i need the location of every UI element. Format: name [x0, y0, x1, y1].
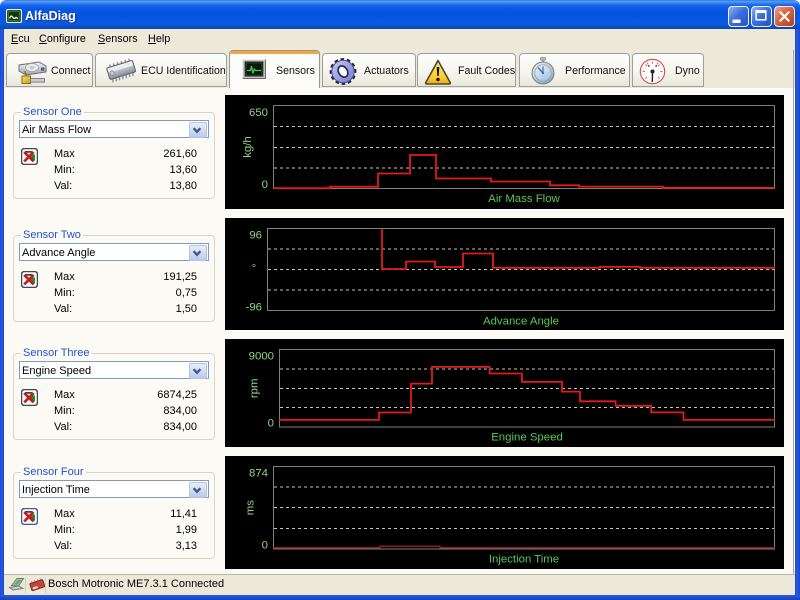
svg-text:0: 0 [262, 179, 268, 191]
svg-text:Injection Time: Injection Time [489, 553, 559, 565]
svg-text:-96: -96 [246, 302, 262, 314]
svg-text:°: ° [252, 263, 256, 275]
svg-text:0: 0 [262, 540, 268, 552]
svg-text:874: 874 [249, 468, 268, 480]
svg-text:9000: 9000 [249, 351, 274, 363]
svg-text:Air Mass Flow: Air Mass Flow [488, 193, 560, 205]
svg-text:ms: ms [245, 500, 257, 515]
svg-text:96: 96 [249, 230, 262, 242]
svg-text:kg/h: kg/h [242, 136, 254, 158]
svg-text:Engine Speed: Engine Speed [491, 432, 563, 444]
svg-text:Advance Angle: Advance Angle [483, 315, 559, 327]
svg-text:650: 650 [249, 107, 268, 119]
svg-text:0: 0 [268, 418, 274, 430]
svg-text:rpm: rpm [249, 378, 261, 398]
